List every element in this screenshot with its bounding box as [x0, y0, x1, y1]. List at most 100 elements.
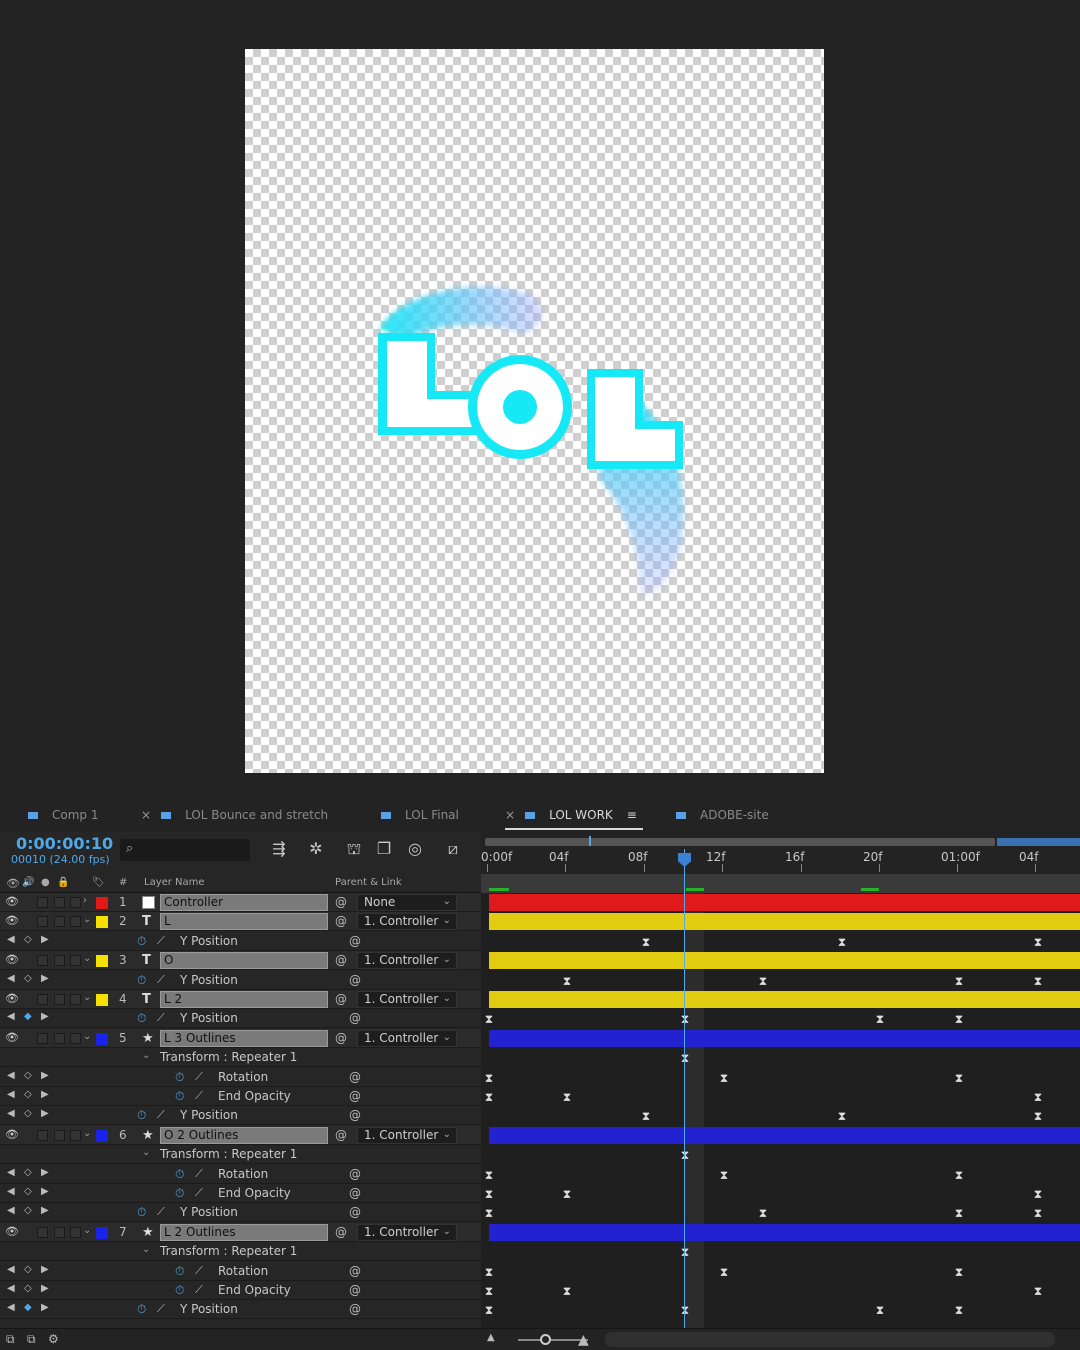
property-row[interactable]: ◀ ◆ ▶ ⏱ ⟋ Y Position @ [0, 1009, 481, 1029]
property-row[interactable]: ◀ ◇ ▶ ⏱ ⟋ Rotation @ [0, 1261, 481, 1281]
prev-keyframe-icon[interactable]: ◀ [7, 1070, 15, 1081]
keyframe-marker[interactable]: ⧗ [954, 975, 964, 987]
tab-lol-work[interactable]: × LOL WORK ≡ [505, 808, 643, 830]
stopwatch-icon[interactable]: ⏱ [137, 1011, 146, 1026]
pickwhip-icon[interactable]: @ [335, 953, 347, 967]
prev-keyframe-icon[interactable]: ◀ [7, 973, 15, 984]
property-row[interactable]: ◀ ◇ ▶ ⏱ ⟋ Rotation @ [0, 1164, 481, 1184]
time-ruler[interactable]: 0:00f 04f 08f 12f 16f 20f 01:00f 04f [481, 831, 1080, 874]
keyframe-marker[interactable]: ⧗ [954, 1013, 964, 1025]
twirl-arrow-icon[interactable]: ⌄ [83, 1031, 91, 1042]
switch-box[interactable] [70, 994, 81, 1005]
tab-lol-final[interactable]: LOL Final [381, 808, 459, 830]
layer-duration-bar[interactable] [489, 894, 1080, 911]
label-color[interactable] [96, 994, 108, 1006]
next-keyframe-icon[interactable]: ▶ [41, 1302, 49, 1313]
switch-box[interactable] [54, 955, 65, 967]
stopwatch-icon[interactable]: ⏱ [137, 1205, 146, 1220]
timeline-graph[interactable]: 0:00f 04f 08f 12f 16f 20f 01:00f 04f ⧗ ⧗ ⧗ ⧗ ⧗ ⧗ ⧗ ⧗ ⧗ ⧗… [481, 831, 1080, 1350]
label-color[interactable] [96, 955, 108, 968]
keyframe-marker[interactable]: ⧗ [1033, 975, 1043, 987]
switch-box[interactable] [54, 897, 65, 908]
add-keyframe-icon[interactable]: ◇ [24, 1108, 32, 1119]
solo-icon[interactable]: ● [41, 877, 50, 888]
label-color[interactable] [96, 1226, 108, 1239]
keyframe-marker[interactable]: ⧗ [758, 975, 768, 987]
parent-dropdown[interactable]: 1. Controller ⌄ [357, 991, 457, 1008]
keyframe-marker[interactable]: ⧗ [1033, 1285, 1043, 1297]
keyframe-marker[interactable]: ⧗ [680, 1052, 690, 1064]
expression-pickwhip-icon[interactable]: @ [349, 1264, 361, 1278]
property-row[interactable]: ⌄ Transform : Repeater 1 [0, 1048, 481, 1068]
keyframe-marker[interactable]: ⧗ [758, 1207, 768, 1219]
layer-row[interactable]: 👁 ⌄ 3 T O @1. Controller ⌄ [0, 951, 481, 971]
keyframe-marker[interactable]: ⧗ [719, 1266, 729, 1278]
keyframe-marker[interactable]: ⧗ [954, 1207, 964, 1219]
graph-icon[interactable]: ⟋ [157, 1302, 165, 1316]
layer-row[interactable]: 👁 ⌄ 7 ★ L 2 Outlines @1. Controller ⌄ [0, 1222, 481, 1242]
pickwhip-icon[interactable]: @ [335, 1225, 347, 1239]
property-row[interactable]: ◀ ◇ ▶ ⏱ ⟋ Y Position @ [0, 1203, 481, 1223]
graph-icon[interactable]: ⟋ [195, 1186, 203, 1200]
prev-keyframe-icon[interactable]: ◀ [7, 1108, 15, 1119]
prev-keyframe-icon[interactable]: ◀ [7, 1283, 15, 1294]
keyframe-marker[interactable]: ⧗ [484, 1013, 494, 1025]
keyframe-marker[interactable]: ⧗ [562, 1091, 572, 1103]
add-keyframe-icon[interactable]: ◇ [24, 934, 32, 945]
switch-box[interactable] [70, 955, 81, 967]
motion-blur-icon[interactable]: ◎ [403, 839, 427, 861]
next-keyframe-icon[interactable]: ▶ [41, 1108, 49, 1119]
next-keyframe-icon[interactable]: ▶ [41, 1186, 49, 1197]
add-keyframe-icon[interactable]: ◇ [24, 1089, 32, 1100]
prev-keyframe-icon[interactable]: ◀ [7, 1011, 15, 1022]
keyframe-marker[interactable]: ⧗ [1033, 936, 1043, 948]
expression-pickwhip-icon[interactable]: @ [349, 1205, 361, 1219]
current-time[interactable]: 0:00:00:10 [16, 834, 113, 853]
keyframe-marker[interactable]: ⧗ [719, 1072, 729, 1084]
layer-row[interactable]: 👁 › 1 Controller @ None ⌄ [0, 893, 481, 912]
keyframe-marker[interactable]: ⧗ [484, 1207, 494, 1219]
prev-keyframe-icon[interactable]: ◀ [7, 1167, 15, 1178]
keyframe-marker[interactable]: ⧗ [562, 975, 572, 987]
add-keyframe-icon[interactable]: ◆ [24, 1011, 32, 1022]
work-area-bar[interactable] [481, 874, 1080, 893]
keyframe-marker[interactable]: ⧗ [954, 1072, 964, 1084]
comp-canvas[interactable] [245, 49, 824, 773]
keyframe-marker[interactable]: ⧗ [1033, 1207, 1043, 1219]
prev-keyframe-icon[interactable]: ◀ [7, 934, 15, 945]
time-navigator-end[interactable] [997, 838, 1080, 846]
keyframe-marker[interactable]: ⧗ [837, 1110, 847, 1122]
pickwhip-icon[interactable]: @ [335, 992, 347, 1006]
next-keyframe-icon[interactable]: ▶ [41, 1089, 49, 1100]
eye-icon[interactable]: 👁 [5, 953, 19, 966]
property-row[interactable]: ◀ ◇ ▶ ⏱ ⟋ Y Position @ [0, 1106, 481, 1126]
next-keyframe-icon[interactable]: ▶ [41, 1070, 49, 1081]
keyframe-marker[interactable]: ⧗ [484, 1266, 494, 1278]
parent-dropdown[interactable]: 1. Controller ⌄ [357, 913, 457, 931]
keyframe-marker[interactable]: ⧗ [641, 1110, 651, 1122]
keyframe-marker[interactable]: ⧗ [719, 1169, 729, 1181]
layer-name-field[interactable]: O [160, 952, 328, 970]
switch-box[interactable] [54, 1226, 65, 1238]
tab-lol-bounce[interactable]: × LOL Bounce and stretch [141, 808, 328, 830]
add-keyframe-icon[interactable]: ◇ [24, 1167, 32, 1178]
prev-keyframe-icon[interactable]: ◀ [7, 1264, 15, 1275]
twirl-arrow-icon[interactable]: ⌄ [83, 953, 91, 964]
composition-viewer[interactable] [0, 0, 1080, 805]
draft-3d-icon[interactable]: ✲ [304, 839, 328, 861]
switch-box[interactable] [37, 955, 48, 967]
graph-icon[interactable]: ⟋ [195, 1089, 203, 1103]
zoom-out-icon[interactable]: ▲ [487, 1332, 495, 1343]
property-row[interactable]: ◀ ◇ ▶ ⏱ ⟋ Rotation @ [0, 1067, 481, 1087]
layer-row[interactable]: 👁 ⌄ 5 ★ L 3 Outlines @1. Controller ⌄ [0, 1028, 481, 1048]
close-icon[interactable]: × [141, 808, 151, 822]
keyframe-marker[interactable]: ⧗ [562, 1285, 572, 1297]
keyframe-marker[interactable]: ⧗ [680, 1013, 690, 1025]
eye-icon[interactable]: 👁 [5, 895, 19, 908]
keyframe-marker[interactable]: ⧗ [875, 1304, 885, 1316]
next-keyframe-icon[interactable]: ▶ [41, 934, 49, 945]
keyframe-marker[interactable]: ⧗ [484, 1304, 494, 1316]
add-keyframe-icon[interactable]: ◇ [24, 1283, 32, 1294]
lock-icon[interactable]: 🔒 [57, 877, 69, 888]
eye-icon[interactable]: 👁 [6, 877, 20, 890]
